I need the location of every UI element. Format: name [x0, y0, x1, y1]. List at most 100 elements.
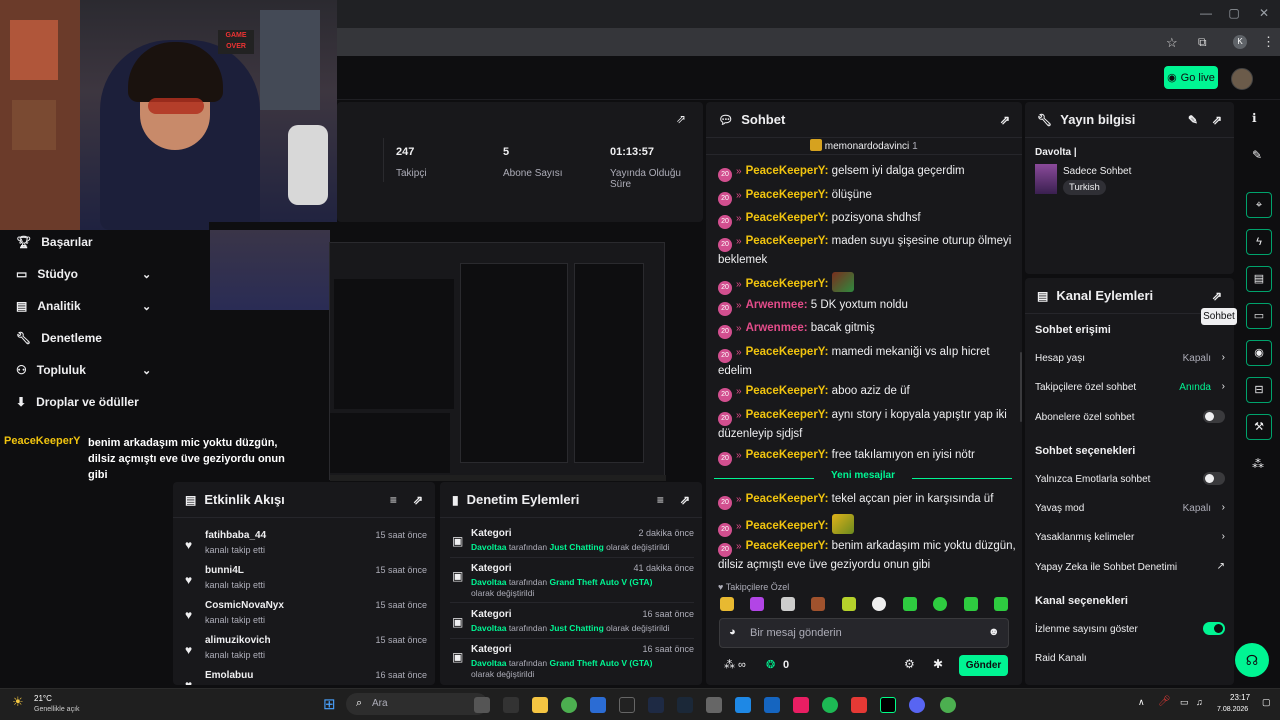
- weather-desc[interactable]: Genellikle açık: [34, 706, 80, 713]
- filter-icon[interactable]: ≡: [390, 493, 397, 507]
- user-avatar[interactable]: [1231, 68, 1253, 90]
- show-viewers-toggle[interactable]: [1203, 622, 1225, 635]
- followers-only-row[interactable]: Takipçilere özel sohbet Anında ›: [1035, 381, 1225, 393]
- category-icon: ▣: [452, 534, 464, 548]
- popout-icon[interactable]: ⇗: [1212, 289, 1222, 303]
- emote-icon[interactable]: [720, 597, 734, 611]
- uptime-value: 01:13:57: [610, 146, 655, 158]
- app-icon[interactable]: [735, 697, 751, 713]
- emote-icon[interactable]: [780, 597, 795, 611]
- popout-icon[interactable]: ⇗: [676, 112, 686, 126]
- capcut-icon[interactable]: [880, 697, 896, 713]
- emote-icon[interactable]: [902, 597, 917, 611]
- app-icon[interactable]: [851, 697, 867, 713]
- clock-time[interactable]: 23:17: [1230, 693, 1250, 702]
- filter-icon[interactable]: ≡: [657, 493, 664, 507]
- emote-icon[interactable]: [963, 597, 978, 611]
- send-chat-button[interactable]: Gönder: [959, 655, 1008, 676]
- sidebar-item-community[interactable]: ⚇ Topluluk ⌄: [16, 363, 151, 377]
- store-icon[interactable]: [590, 697, 606, 713]
- channel-points-icon[interactable]: ❂: [766, 658, 775, 671]
- broadcast-icon[interactable]: ◉: [1246, 340, 1272, 366]
- wrench-icon[interactable]: ⚒: [1246, 414, 1272, 440]
- calculator-icon[interactable]: [706, 697, 722, 713]
- chat-scrollbar[interactable]: [1020, 352, 1022, 422]
- banned-words-row[interactable]: Yasaklanmış kelimeler ›: [1035, 531, 1225, 543]
- spotify-icon[interactable]: [822, 697, 838, 713]
- clipboard-icon[interactable]: ▤: [1246, 266, 1272, 292]
- layout-icon[interactable]: ⊟: [1246, 377, 1272, 403]
- sidebar-item-achievements[interactable]: 🏆︎ Başarılar: [16, 235, 93, 249]
- account-age-row[interactable]: Hesap yaşı Kapalı ›: [1035, 352, 1225, 364]
- subtitle-message: benim arkadaşım mic yoktu düzgün, dilsiz…: [88, 437, 285, 481]
- add-action-icon[interactable]: ⁂: [1252, 457, 1264, 471]
- emote-icon[interactable]: [872, 597, 887, 611]
- clip-icon[interactable]: ⌖: [1246, 192, 1272, 218]
- extensions-icon[interactable]: ⧉: [1198, 35, 1207, 50]
- info-icon[interactable]: ℹ: [1252, 111, 1257, 125]
- emote-icon[interactable]: [841, 597, 856, 611]
- app-icon[interactable]: [474, 697, 490, 713]
- language-tag[interactable]: Turkish: [1063, 180, 1106, 195]
- chrome-icon[interactable]: [940, 697, 956, 713]
- clock-date[interactable]: 7.08.2026: [1217, 706, 1248, 713]
- prime-badge-icon: »: [736, 300, 742, 311]
- task-view-icon[interactable]: [503, 697, 519, 713]
- go-live-button[interactable]: ◉ Go live: [1164, 66, 1218, 89]
- profile-icon[interactable]: K: [1233, 35, 1247, 49]
- sidebar-item-studio[interactable]: ▭ Stüdyo ⌄: [16, 267, 151, 281]
- pinned-user[interactable]: memonardodavinci 1: [810, 139, 918, 152]
- puzzle-icon[interactable]: ✱: [933, 657, 943, 671]
- support-fab-button[interactable]: ☊: [1235, 643, 1269, 677]
- emote-only-toggle[interactable]: [1203, 472, 1225, 485]
- gear-icon[interactable]: ⚙: [904, 657, 915, 671]
- chat-badge-icon[interactable]: ◕: [729, 626, 736, 638]
- popout-icon[interactable]: ⇗: [413, 493, 423, 507]
- discord-icon[interactable]: [909, 697, 925, 713]
- browser-menu-icon[interactable]: ⋮: [1262, 34, 1275, 50]
- chrome-icon[interactable]: [561, 697, 577, 713]
- prime-badge-icon: »: [736, 541, 742, 552]
- stream-category[interactable]: Sadece Sohbet: [1063, 166, 1131, 177]
- weather-temp[interactable]: 21°C: [34, 694, 52, 703]
- lightning-icon[interactable]: ϟ: [1246, 229, 1272, 255]
- emote-icon[interactable]: [811, 597, 826, 611]
- popout-icon[interactable]: ⇗: [680, 493, 690, 507]
- taskbar-search[interactable]: Ara: [346, 693, 488, 715]
- sidebar-item-moderation[interactable]: 🔧︎ Denetleme: [16, 331, 102, 345]
- chat-settings-links-icon[interactable]: ⁂ ∞: [724, 658, 746, 671]
- bookmark-star-icon[interactable]: ☆: [1166, 35, 1178, 51]
- close-icon[interactable]: ✕: [1254, 6, 1274, 20]
- pencil-icon[interactable]: ✎: [1252, 148, 1262, 162]
- moderation-item: ▣ Kategori 16 saat önce Davoltaa tarafın…: [452, 644, 694, 679]
- steam-icon[interactable]: [677, 697, 693, 713]
- pencil-icon[interactable]: ✎: [1188, 113, 1198, 127]
- slow-mode-row[interactable]: Yavaş mod Kapalı ›: [1035, 502, 1225, 514]
- popout-icon[interactable]: ⇗: [1000, 113, 1010, 127]
- emote-icon[interactable]: [750, 597, 765, 611]
- maximize-icon[interactable]: ▢: [1224, 6, 1244, 20]
- emoji-icon[interactable]: ☻: [988, 626, 1000, 638]
- app-icon[interactable]: [764, 697, 780, 713]
- subs-only-toggle[interactable]: [1203, 410, 1225, 423]
- app-icon[interactable]: [619, 697, 635, 713]
- emote-icon[interactable]: [933, 597, 948, 611]
- chat-message-input[interactable]: Bir mesaj gönderin: [719, 618, 1009, 648]
- raid-channel-row[interactable]: Raid Kanalı: [1035, 653, 1225, 664]
- chat-bubble-icon[interactable]: ▭: [1246, 303, 1272, 329]
- tray-chevron-icon[interactable]: ∧: [1138, 697, 1145, 708]
- notification-icon[interactable]: ▢: [1262, 697, 1271, 708]
- epic-icon[interactable]: [648, 697, 664, 713]
- popout-icon[interactable]: ⇗: [1212, 113, 1222, 127]
- minimize-icon[interactable]: —: [1196, 6, 1216, 20]
- network-icon[interactable]: ▭: [1180, 697, 1189, 708]
- emote-icon[interactable]: [993, 597, 1008, 611]
- sidebar-item-drops[interactable]: ⬇ Droplar ve ödüller: [16, 395, 139, 409]
- mic-icon[interactable]: 🎤︎: [1158, 696, 1171, 707]
- windows-start-icon[interactable]: ⊞: [323, 695, 336, 713]
- volume-icon[interactable]: ♫: [1196, 697, 1203, 707]
- ai-moderation-row[interactable]: Yapay Zeka ile Sohbet Denetimi ↗: [1035, 561, 1225, 573]
- sidebar-item-analytics[interactable]: ▤ Analitik ⌄: [16, 299, 151, 313]
- file-explorer-icon[interactable]: [532, 697, 548, 713]
- app-icon[interactable]: [793, 697, 809, 713]
